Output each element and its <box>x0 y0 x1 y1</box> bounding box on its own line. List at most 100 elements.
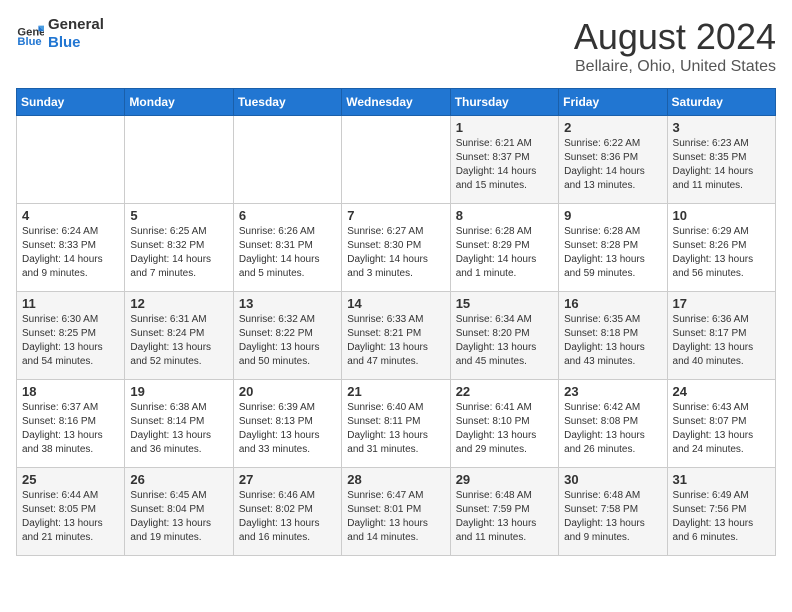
calendar-day-cell: 6Sunrise: 6:26 AM Sunset: 8:31 PM Daylig… <box>233 204 341 292</box>
location-subtitle: Bellaire, Ohio, United States <box>574 58 776 76</box>
day-info: Sunrise: 6:32 AM Sunset: 8:22 PM Dayligh… <box>239 313 336 369</box>
calendar-day-cell: 13 Sunrise: 6:32 AM Sunset: 8:22 PM Dayli… <box>233 292 341 380</box>
calendar-day-cell <box>233 116 341 204</box>
day-info: Sunrise: 6:48 AM Sunset: 7:58 PM Dayligh… <box>564 489 661 545</box>
day-info: Sunrise: 6:44 AM Sunset: 8:05 PM Dayligh… <box>22 489 119 545</box>
day-info: Sunrise: 6:22 AM Sunset: 8:36 PM Dayligh… <box>564 137 661 193</box>
day-info: Sunrise: 6:27 AM Sunset: 8:30 PM Dayligh… <box>347 225 444 281</box>
day-info: Sunrise: 6:21 AM Sunset: 8:37 PM Dayligh… <box>456 137 553 193</box>
day-info: Sunrise: 6:46 AM Sunset: 8:02 PM Dayligh… <box>239 489 336 545</box>
day-info: Sunrise: 6:30 AM Sunset: 8:25 PM Dayligh… <box>22 313 119 369</box>
day-number: 27 <box>239 472 336 487</box>
calendar-day-cell: 29Sunrise: 6:48 AM Sunset: 7:59 PM Dayli… <box>450 468 558 556</box>
day-info: Sunrise: 6:28 AM Sunset: 8:29 PM Dayligh… <box>456 225 553 281</box>
day-of-week-header: Monday <box>125 89 233 116</box>
calendar-day-cell: 21 Sunrise: 6:40 AM Sunset: 8:11 PM Dayli… <box>342 380 450 468</box>
calendar-day-cell: 31Sunrise: 6:49 AM Sunset: 7:56 PM Dayli… <box>667 468 775 556</box>
day-number: 26 <box>130 472 227 487</box>
calendar-day-cell: 22 Sunrise: 6:41 AM Sunset: 8:10 PM Dayli… <box>450 380 558 468</box>
day-info: Sunrise: 6:35 AM Sunset: 8:18 PM Dayligh… <box>564 313 661 369</box>
month-year-title: August 2024 <box>574 16 776 58</box>
day-number: 2 <box>564 120 661 135</box>
day-number: 24 <box>673 384 770 399</box>
page-header: General Blue General Blue August 2024 Be… <box>16 16 776 76</box>
day-info: Sunrise: 6:48 AM Sunset: 7:59 PM Dayligh… <box>456 489 553 545</box>
day-of-week-header: Saturday <box>667 89 775 116</box>
day-info: Sunrise: 6:40 AM Sunset: 8:11 PM Dayligh… <box>347 401 444 457</box>
calendar-day-cell: 24 Sunrise: 6:43 AM Sunset: 8:07 PM Dayli… <box>667 380 775 468</box>
day-number: 9 <box>564 208 661 223</box>
calendar-day-cell: 19 Sunrise: 6:38 AM Sunset: 8:14 PM Dayli… <box>125 380 233 468</box>
calendar-week-row: 4Sunrise: 6:24 AM Sunset: 8:33 PM Daylig… <box>17 204 776 292</box>
day-info: Sunrise: 6:28 AM Sunset: 8:28 PM Dayligh… <box>564 225 661 281</box>
logo-blue: Blue <box>48 34 104 52</box>
day-number: 22 <box>456 384 553 399</box>
calendar-week-row: 18 Sunrise: 6:37 AM Sunset: 8:16 PM Dayli… <box>17 380 776 468</box>
day-number: 18 <box>22 384 119 399</box>
day-number: 3 <box>673 120 770 135</box>
calendar-day-cell: 5 Sunrise: 6:25 AM Sunset: 8:32 PM Daylig… <box>125 204 233 292</box>
day-info: Sunrise: 6:45 AM Sunset: 8:04 PM Dayligh… <box>130 489 227 545</box>
calendar-day-cell: 12 Sunrise: 6:31 AM Sunset: 8:24 PM Dayli… <box>125 292 233 380</box>
calendar-day-cell: 9 Sunrise: 6:28 AM Sunset: 8:28 PM Daylig… <box>559 204 667 292</box>
day-number: 13 <box>239 296 336 311</box>
logo-general: General <box>48 16 104 34</box>
day-info: Sunrise: 6:43 AM Sunset: 8:07 PM Dayligh… <box>673 401 770 457</box>
day-number: 12 <box>130 296 227 311</box>
day-info: Sunrise: 6:39 AM Sunset: 8:13 PM Dayligh… <box>239 401 336 457</box>
day-number: 30 <box>564 472 661 487</box>
calendar-day-cell: 1 Sunrise: 6:21 AM Sunset: 8:37 PM Daylig… <box>450 116 558 204</box>
calendar-day-cell <box>17 116 125 204</box>
day-number: 21 <box>347 384 444 399</box>
day-info: Sunrise: 6:36 AM Sunset: 8:17 PM Dayligh… <box>673 313 770 369</box>
day-number: 5 <box>130 208 227 223</box>
day-info: Sunrise: 6:25 AM Sunset: 8:32 PM Dayligh… <box>130 225 227 281</box>
calendar-day-cell: 23Sunrise: 6:42 AM Sunset: 8:08 PM Dayli… <box>559 380 667 468</box>
day-info: Sunrise: 6:33 AM Sunset: 8:21 PM Dayligh… <box>347 313 444 369</box>
calendar-day-cell: 26 Sunrise: 6:45 AM Sunset: 8:04 PM Dayli… <box>125 468 233 556</box>
day-number: 10 <box>673 208 770 223</box>
calendar-day-cell: 28Sunrise: 6:47 AM Sunset: 8:01 PM Dayli… <box>342 468 450 556</box>
calendar-day-cell: 16 Sunrise: 6:35 AM Sunset: 8:18 PM Dayli… <box>559 292 667 380</box>
calendar-day-cell: 14Sunrise: 6:33 AM Sunset: 8:21 PM Dayli… <box>342 292 450 380</box>
calendar-week-row: 25Sunrise: 6:44 AM Sunset: 8:05 PM Dayli… <box>17 468 776 556</box>
day-info: Sunrise: 6:47 AM Sunset: 8:01 PM Dayligh… <box>347 489 444 545</box>
day-info: Sunrise: 6:38 AM Sunset: 8:14 PM Dayligh… <box>130 401 227 457</box>
day-number: 8 <box>456 208 553 223</box>
day-of-week-header: Tuesday <box>233 89 341 116</box>
day-number: 15 <box>456 296 553 311</box>
day-info: Sunrise: 6:41 AM Sunset: 8:10 PM Dayligh… <box>456 401 553 457</box>
day-number: 17 <box>673 296 770 311</box>
day-info: Sunrise: 6:42 AM Sunset: 8:08 PM Dayligh… <box>564 401 661 457</box>
title-block: August 2024 Bellaire, Ohio, United State… <box>574 16 776 76</box>
day-info: Sunrise: 6:26 AM Sunset: 8:31 PM Dayligh… <box>239 225 336 281</box>
calendar-day-cell: 10 Sunrise: 6:29 AM Sunset: 8:26 PM Dayli… <box>667 204 775 292</box>
day-of-week-header: Wednesday <box>342 89 450 116</box>
day-of-week-header: Friday <box>559 89 667 116</box>
day-number: 7 <box>347 208 444 223</box>
day-of-week-header: Thursday <box>450 89 558 116</box>
calendar-day-cell: 7 Sunrise: 6:27 AM Sunset: 8:30 PM Daylig… <box>342 204 450 292</box>
day-info: Sunrise: 6:23 AM Sunset: 8:35 PM Dayligh… <box>673 137 770 193</box>
day-number: 1 <box>456 120 553 135</box>
day-info: Sunrise: 6:24 AM Sunset: 8:33 PM Dayligh… <box>22 225 119 281</box>
day-number: 11 <box>22 296 119 311</box>
day-info: Sunrise: 6:37 AM Sunset: 8:16 PM Dayligh… <box>22 401 119 457</box>
day-number: 31 <box>673 472 770 487</box>
day-info: Sunrise: 6:29 AM Sunset: 8:26 PM Dayligh… <box>673 225 770 281</box>
calendar-header-row: SundayMondayTuesdayWednesdayThursdayFrid… <box>17 89 776 116</box>
calendar-day-cell: 11 Sunrise: 6:30 AM Sunset: 8:25 PM Dayli… <box>17 292 125 380</box>
calendar-day-cell: 4Sunrise: 6:24 AM Sunset: 8:33 PM Daylig… <box>17 204 125 292</box>
day-number: 19 <box>130 384 227 399</box>
calendar-day-cell: 25Sunrise: 6:44 AM Sunset: 8:05 PM Dayli… <box>17 468 125 556</box>
calendar-day-cell: 2 Sunrise: 6:22 AM Sunset: 8:36 PM Daylig… <box>559 116 667 204</box>
calendar-day-cell: 18 Sunrise: 6:37 AM Sunset: 8:16 PM Dayli… <box>17 380 125 468</box>
calendar-day-cell: 20Sunrise: 6:39 AM Sunset: 8:13 PM Dayli… <box>233 380 341 468</box>
calendar-week-row: 11 Sunrise: 6:30 AM Sunset: 8:25 PM Dayli… <box>17 292 776 380</box>
calendar-day-cell: 17 Sunrise: 6:36 AM Sunset: 8:17 PM Dayli… <box>667 292 775 380</box>
day-number: 16 <box>564 296 661 311</box>
svg-text:Blue: Blue <box>17 36 41 48</box>
calendar-day-cell: 3 Sunrise: 6:23 AM Sunset: 8:35 PM Daylig… <box>667 116 775 204</box>
calendar-day-cell: 30 Sunrise: 6:48 AM Sunset: 7:58 PM Dayli… <box>559 468 667 556</box>
day-info: Sunrise: 6:31 AM Sunset: 8:24 PM Dayligh… <box>130 313 227 369</box>
